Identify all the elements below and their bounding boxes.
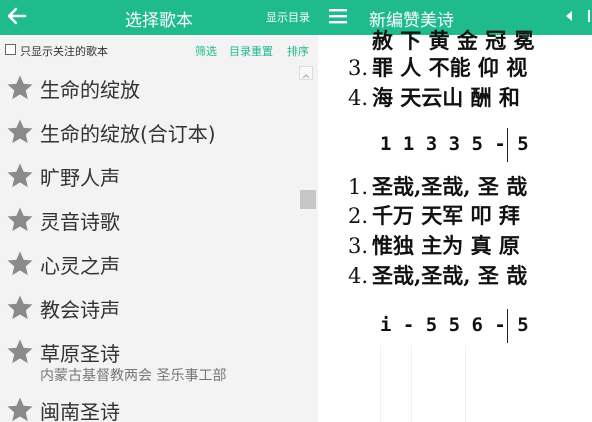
scrollbar-thumb[interactable] <box>300 190 316 209</box>
star-icon[interactable] <box>5 395 35 422</box>
star-icon[interactable] <box>5 73 35 103</box>
left-header: 选择歌本 显示目录 <box>0 0 318 35</box>
reset-directory-button[interactable]: 目录重置 <box>229 43 273 59</box>
star-icon[interactable] <box>5 117 35 147</box>
barline <box>507 309 508 343</box>
panel-edge-divider <box>588 10 590 22</box>
book-name: 教会诗声 <box>40 298 120 322</box>
staff-guide <box>411 345 412 422</box>
list-item[interactable]: 草原圣诗 内蒙古基督教两会 圣乐事工部 <box>0 329 318 387</box>
hymn-viewer-panel: 新编赞美诗 赦 下 黄 金 冠 冕 3. 罪 人 不能 仰 视 4. 海 天云山 酬… <box>318 0 592 422</box>
star-icon[interactable] <box>5 337 35 367</box>
star-icon[interactable] <box>5 161 35 191</box>
book-name: 旷野人声 <box>40 166 120 190</box>
book-name: 心灵之声 <box>40 254 120 278</box>
only-followed-checkbox[interactable] <box>5 44 16 55</box>
book-selector-panel: 选择歌本 显示目录 只显示关注的歌本 筛选 目录重置 排序 生命的绽放 生命的绽… <box>0 0 318 422</box>
sheet-music: 赦 下 黄 金 冠 冕 3. 罪 人 不能 仰 视 4. 海 天云山 酬 和 1 1… <box>318 28 592 422</box>
lyric-line: 4. 圣哉,圣哉, 圣 哉 <box>348 263 528 288</box>
lyric-line: 赦 下 黄 金 冠 冕 <box>372 28 535 53</box>
scroll-up-button[interactable] <box>299 66 313 80</box>
sort-button[interactable]: 排序 <box>287 43 309 59</box>
book-name: 闽南圣诗 <box>40 400 120 422</box>
book-name: 生命的绽放 <box>40 78 140 102</box>
list-item[interactable]: 心灵之声 <box>0 241 318 285</box>
lyric-line: 2. 千万 天军 叩 拜 <box>348 203 520 228</box>
star-icon[interactable] <box>5 205 35 235</box>
songbook-list: 生命的绽放 生命的绽放(合订本) 旷野人声 灵音诗歌 心灵之声 教会诗声 草原圣… <box>0 65 318 422</box>
list-item[interactable]: 旷野人声 <box>0 153 318 197</box>
lyric-line: 4. 海 天云山 酬 和 <box>348 85 520 110</box>
barline <box>507 128 508 162</box>
list-item[interactable]: 闽南圣诗 <box>0 387 318 422</box>
book-name: 生命的绽放(合订本) <box>40 122 216 146</box>
book-name: 草原圣诗 <box>40 342 120 366</box>
book-name: 灵音诗歌 <box>40 210 120 234</box>
only-followed-label[interactable]: 只显示关注的歌本 <box>20 43 108 59</box>
staff-guide <box>380 345 381 422</box>
star-icon[interactable] <box>5 293 35 323</box>
lyric-line: 3. 罪 人 不能 仰 视 <box>348 55 528 80</box>
list-item[interactable]: 生命的绽放 <box>0 65 318 109</box>
triangle-left-icon[interactable] <box>564 10 574 22</box>
caret-up-icon <box>302 74 310 79</box>
list-item[interactable]: 教会诗声 <box>0 285 318 329</box>
star-icon[interactable] <box>5 249 35 279</box>
list-item[interactable]: 灵音诗歌 <box>0 197 318 241</box>
filter-button[interactable]: 筛选 <box>195 43 217 59</box>
list-item[interactable]: 生命的绽放(合订本) <box>0 109 318 153</box>
hamburger-menu-icon[interactable] <box>329 8 347 24</box>
show-directory-button[interactable]: 显示目录 <box>266 9 310 25</box>
lyric-line: 1. 圣哉,圣哉, 圣 哉 <box>348 174 528 199</box>
staff-guide <box>465 345 466 422</box>
filter-bar: 只显示关注的歌本 筛选 目录重置 排序 <box>0 35 318 65</box>
lyric-line: 3. 惟独 主为 真 原 <box>348 233 520 258</box>
book-subtitle: 内蒙古基督教两会 圣乐事工部 <box>40 368 227 384</box>
